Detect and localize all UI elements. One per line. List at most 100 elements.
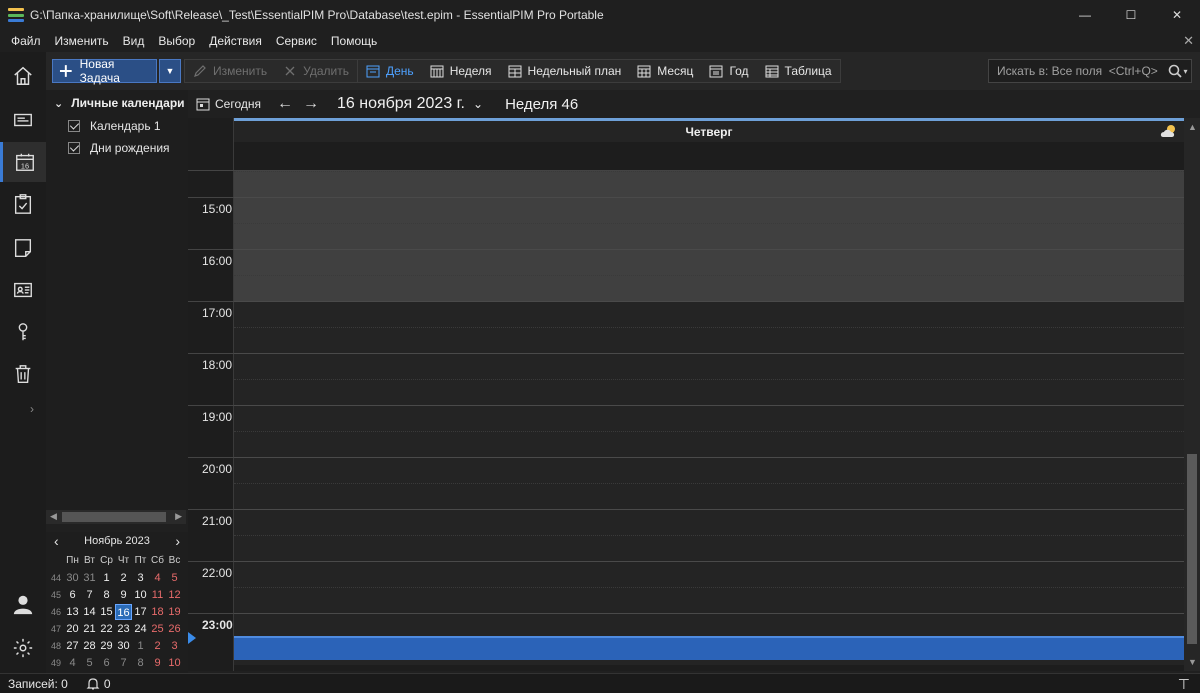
scroll-right-icon[interactable]: ▶ xyxy=(175,511,182,522)
arrow-right-icon[interactable]: → xyxy=(303,95,319,113)
tasks-icon[interactable] xyxy=(0,184,46,224)
calendar-checkbox[interactable] xyxy=(68,142,80,154)
day-header[interactable]: Четверг xyxy=(234,118,1184,142)
menu-actions[interactable]: Действия xyxy=(202,34,269,48)
settings-icon[interactable] xyxy=(0,628,46,668)
menu-service[interactable]: Сервис xyxy=(269,34,324,48)
mini-calendar-month[interactable]: Ноябрь 2023 xyxy=(84,535,150,547)
mini-calendar-day[interactable]: 3 xyxy=(132,570,149,586)
calendar-list-scrollbar[interactable]: ◀ ▶ xyxy=(46,510,186,524)
current-date[interactable]: 16 ноября 2023 г. ⌄ xyxy=(337,95,483,113)
mini-calendar-day[interactable]: 5 xyxy=(81,655,98,671)
scroll-left-icon[interactable]: ◀ xyxy=(50,511,57,522)
mini-calendar-day[interactable]: 20 xyxy=(64,621,81,637)
home-icon[interactable] xyxy=(0,56,46,96)
mini-calendar-day[interactable]: 10 xyxy=(132,587,149,603)
mini-calendar-day[interactable]: 4 xyxy=(64,655,81,671)
mini-calendar-day[interactable]: 9 xyxy=(115,587,132,603)
day-view-scrollbar[interactable]: ▲ ▼ xyxy=(1184,118,1200,671)
week-number[interactable]: 46 xyxy=(48,604,64,620)
menu-file[interactable]: Файл xyxy=(4,34,48,48)
mini-calendar-day[interactable]: 9 xyxy=(149,655,166,671)
scroll-up-icon[interactable]: ▲ xyxy=(1188,122,1197,132)
mini-calendar-day[interactable]: 22 xyxy=(98,621,115,637)
text-size-icon[interactable]: ⊤ xyxy=(1178,676,1190,693)
trash-icon[interactable] xyxy=(0,354,46,394)
mini-calendar-today[interactable]: 16 xyxy=(115,603,132,620)
calendar-checkbox[interactable] xyxy=(68,120,80,132)
menu-edit[interactable]: Изменить xyxy=(48,34,116,48)
mail-icon[interactable] xyxy=(0,100,46,140)
mini-calendar-day[interactable]: 17 xyxy=(132,604,149,620)
today-button[interactable]: Сегодня xyxy=(196,97,261,111)
menu-help[interactable]: Помощь xyxy=(324,34,384,48)
view-week-plan-button[interactable]: Недельный план xyxy=(500,60,630,82)
mini-calendar-day[interactable]: 1 xyxy=(98,570,115,586)
expand-sidebar-icon[interactable]: › xyxy=(30,402,34,416)
menu-view[interactable]: Вид xyxy=(116,34,152,48)
mini-calendar-day[interactable]: 23 xyxy=(115,621,132,637)
mini-calendar-day[interactable]: 1 xyxy=(132,638,149,654)
view-week-button[interactable]: Неделя xyxy=(422,60,500,82)
mini-calendar-day[interactable]: 7 xyxy=(115,655,132,671)
edit-button[interactable]: Изменить xyxy=(185,60,275,82)
search-input[interactable] xyxy=(989,64,1165,78)
mini-calendar-day[interactable]: 31 xyxy=(81,570,98,586)
week-number[interactable]: 44 xyxy=(48,570,64,586)
scrollbar-thumb[interactable] xyxy=(62,512,166,522)
mini-calendar-day[interactable]: 12 xyxy=(166,587,183,603)
contacts-icon[interactable] xyxy=(0,270,46,310)
mini-calendar-day[interactable]: 2 xyxy=(149,638,166,654)
mini-calendar-day[interactable]: 30 xyxy=(115,638,132,654)
delete-button[interactable]: Удалить xyxy=(275,60,357,82)
mini-calendar-day[interactable]: 13 xyxy=(64,604,81,620)
arrow-left-icon[interactable]: ← xyxy=(277,95,293,113)
user-icon[interactable] xyxy=(0,584,46,624)
view-month-button[interactable]: Месяц xyxy=(629,60,701,82)
mini-calendar-day[interactable]: 15 xyxy=(98,604,115,620)
calendar-item[interactable]: Календарь 1 xyxy=(68,119,161,133)
mini-calendar-day[interactable]: 8 xyxy=(132,655,149,671)
mini-calendar-day[interactable]: 4 xyxy=(149,570,166,586)
mini-calendar-day[interactable]: 11 xyxy=(149,587,166,603)
mini-calendar-day[interactable]: 24 xyxy=(132,621,149,637)
mini-calendar-day[interactable]: 7 xyxy=(81,587,98,603)
chevron-down-icon[interactable]: ⌄ xyxy=(54,97,63,110)
chevron-down-icon[interactable]: ⌄ xyxy=(473,97,483,111)
close-icon[interactable]: ✕ xyxy=(1183,33,1194,49)
search-icon[interactable]: ▾ xyxy=(1165,64,1191,78)
minimize-button[interactable]: — xyxy=(1062,0,1108,30)
mini-calendar-day[interactable]: 3 xyxy=(166,638,183,654)
mini-calendar-day[interactable]: 28 xyxy=(81,638,98,654)
menu-select[interactable]: Выбор xyxy=(151,34,202,48)
time-slot[interactable] xyxy=(234,171,1184,197)
mini-calendar-day[interactable]: 25 xyxy=(149,621,166,637)
new-task-button[interactable]: Новая Задача xyxy=(52,57,157,85)
mini-calendar-day[interactable]: 10 xyxy=(166,655,183,671)
week-number[interactable]: 49 xyxy=(48,655,64,671)
week-number[interactable]: 48 xyxy=(48,638,64,654)
close-button[interactable]: ✕ xyxy=(1154,0,1200,30)
passwords-icon[interactable] xyxy=(0,312,46,352)
mini-calendar-day[interactable]: 6 xyxy=(64,587,81,603)
week-number[interactable]: 45 xyxy=(48,587,64,603)
week-number[interactable]: 47 xyxy=(48,621,64,637)
all-day-area[interactable] xyxy=(234,142,1184,171)
mini-calendar-day[interactable]: 18 xyxy=(149,604,166,620)
scrollbar-thumb[interactable] xyxy=(1187,454,1197,644)
mini-calendar-day[interactable]: 30 xyxy=(64,570,81,586)
current-time-bar[interactable] xyxy=(234,636,1184,660)
time-grid[interactable] xyxy=(234,171,1184,671)
notes-icon[interactable] xyxy=(0,228,46,268)
reminders-indicator[interactable]: 0 xyxy=(86,677,111,691)
view-day-button[interactable]: День xyxy=(358,60,422,82)
calendar-group[interactable]: ⌄ Личные календари xyxy=(54,96,185,110)
mini-calendar-day[interactable]: 2 xyxy=(115,570,132,586)
view-year-button[interactable]: Год xyxy=(701,60,756,82)
prev-month-icon[interactable]: ‹ xyxy=(54,533,59,549)
mini-calendar-day[interactable]: 6 xyxy=(98,655,115,671)
weather-icon[interactable] xyxy=(1160,124,1178,138)
calendar-icon[interactable]: 16 xyxy=(0,142,46,182)
mini-calendar-day[interactable]: 29 xyxy=(98,638,115,654)
mini-calendar-day[interactable]: 26 xyxy=(166,621,183,637)
